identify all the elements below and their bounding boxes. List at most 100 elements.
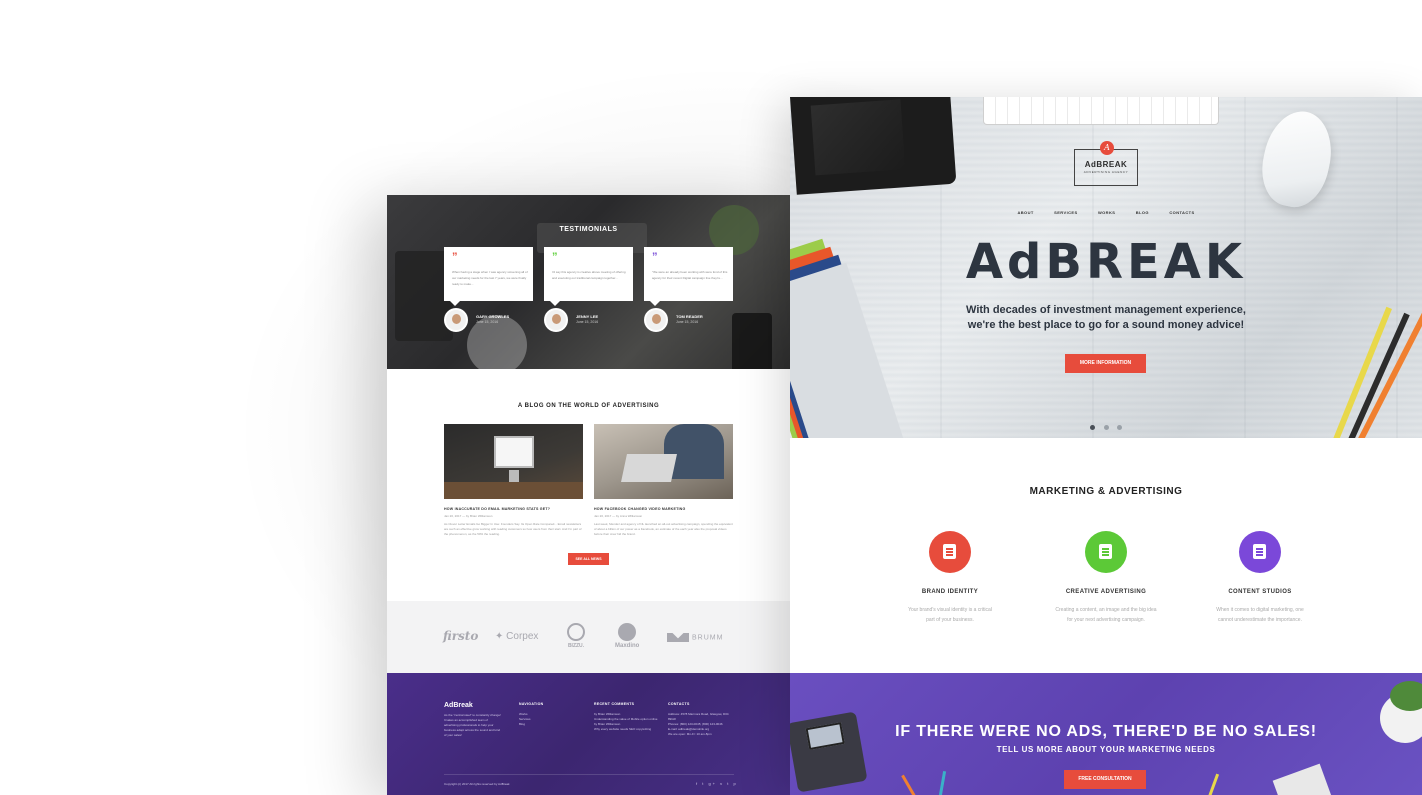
footer-heading: NAVIGATION: [519, 702, 544, 706]
service-description-line: Your brand's visual identity is a critic…: [908, 607, 992, 613]
quote-icon: ”: [452, 251, 458, 263]
blog-post[interactable]: HOW INACCURATE DO EMAIL MARKETING STATS …: [444, 424, 583, 537]
nav-item-works[interactable]: WORKS: [1098, 210, 1115, 215]
slider-dot[interactable]: [1116, 425, 1122, 430]
logo-name: AdBREAK: [1084, 160, 1128, 169]
post-excerpt: Last week, Mendez and agency of NL launc…: [594, 522, 733, 536]
post-meta: Jan 20, 2017 — by Brian Williamson: [444, 514, 493, 518]
slider-dot[interactable]: [1103, 425, 1109, 430]
footer-heading: RECENT COMMENTS: [594, 702, 635, 706]
cta-section: IF THERE WERE NO ADS, THERE'D BE NO SALE…: [790, 673, 1422, 795]
logo-tagline: ADVERTISING AGENCY: [1083, 170, 1129, 174]
avatar: [644, 308, 668, 332]
services-section: MARKETING & ADVERTISING BRAND IDENTITY Y…: [790, 438, 1422, 673]
footer-column-comments: RECENT COMMENTS by Brian Williamson Unde…: [594, 702, 662, 732]
service-name[interactable]: BRAND IDENTITY: [890, 589, 1010, 595]
footer-link[interactable]: Blog: [519, 722, 587, 727]
desk-decoration: [444, 482, 583, 499]
partner-name: BRUMM: [692, 634, 724, 642]
nav-item-services[interactable]: SERVICES: [1054, 210, 1077, 215]
nav-item-about[interactable]: ABOUT: [1017, 210, 1033, 215]
testimonial-card: ” "We were an already been working with …: [644, 247, 733, 306]
pen-decoration: [936, 771, 947, 795]
slider-dot[interactable]: [1090, 425, 1096, 430]
corpex-mark-icon: ✦: [495, 631, 507, 642]
service-item[interactable]: BRAND IDENTITY Your brand's visual ident…: [890, 531, 1010, 625]
contact-address: Address: 4578 Marmora Road, Glasgow, D04…: [668, 712, 729, 721]
service-description: Your brand's visual identity is a critic…: [890, 605, 1010, 625]
slider-pagination: [790, 417, 1422, 435]
clipboard-icon: [929, 531, 971, 573]
main-nav: ABOUT SERVICES WORKS BLOG CONTACTS: [790, 201, 1422, 219]
mouse-decoration: [1254, 105, 1340, 213]
service-name[interactable]: CREATIVE ADVERTISING: [1046, 589, 1166, 595]
author-date: June 15, 2016: [676, 320, 699, 324]
avatar: [444, 308, 468, 332]
footer-heading: CONTACTS: [668, 702, 690, 706]
post-title[interactable]: HOW FACEBOOK CHANGED VIDEO MARKETING: [594, 507, 733, 511]
author-date: June 15, 2016: [576, 320, 599, 324]
blog-post[interactable]: HOW FACEBOOK CHANGED VIDEO MARKETING Jan…: [594, 424, 733, 537]
testimonial-card: ” I'd say this agency is creative above …: [544, 247, 633, 306]
testimonial-text: I'd say this agency is creative above me…: [552, 270, 626, 280]
cta-subtitle: TELL US MORE ABOUT YOUR MARKETING NEEDS: [996, 745, 1216, 754]
laptop-decoration: [621, 454, 677, 482]
partner-logo-brumm[interactable]: BRUMM: [667, 633, 723, 642]
partner-logo-maxdino[interactable]: Maxdino: [615, 623, 639, 649]
blog-title: A BLOG ON THE WORLD OF ADVERTISING: [517, 403, 660, 409]
footer-brand[interactable]: AdBreak: [444, 702, 473, 709]
service-description-line: cannot underestimate the importance.: [1218, 617, 1302, 623]
avatar: [544, 308, 568, 332]
testimonials-section: TESTIMONIALS ” When having a stage when …: [387, 195, 790, 369]
more-information-button[interactable]: MORE INFORMATION: [1065, 354, 1146, 373]
services-title: MARKETING & ADVERTISING: [1029, 486, 1183, 497]
blog-section: A BLOG ON THE WORLD OF ADVERTISING HOW I…: [387, 369, 790, 601]
hero-title: AdBREAK: [965, 234, 1247, 290]
partner-name: Corpex: [506, 631, 539, 642]
nav-item-contacts[interactable]: CONTACTS: [1169, 210, 1194, 215]
author-name: JENNY LEE: [576, 314, 599, 319]
comment-link[interactable]: Why every website needs SEO copywriting: [594, 727, 662, 732]
left-footer: AdBreak As the "central steel" to consta…: [387, 673, 790, 795]
left-page-mockup: TESTIMONIALS ” When having a stage when …: [387, 195, 790, 795]
footer-copyright: Copyright (c) 2017 All rights reserved b…: [444, 782, 510, 786]
wallet-icon: [1239, 531, 1281, 573]
phone-decoration: [732, 313, 772, 369]
service-description-line: Creating a content, an image and the big…: [1055, 607, 1157, 613]
pen-decoration: [1203, 773, 1220, 795]
post-image-imac[interactable]: [444, 424, 583, 499]
cta-title: IF THERE WERE NO ADS, THERE'D BE NO SALE…: [895, 723, 1317, 740]
service-description-line: part of your business.: [926, 617, 974, 623]
partner-name: BIZZU.: [567, 643, 585, 649]
post-excerpt: As Clover Letter Emails Go Bigger In Use…: [444, 522, 582, 536]
post-title[interactable]: HOW INACCURATE DO EMAIL MARKETING STATS …: [444, 507, 583, 511]
social-icons[interactable]: f t g+ v t p: [696, 781, 738, 786]
partner-logo-firsto[interactable]: firsto: [443, 629, 478, 643]
hero-section: A AdBREAK ADVERTISING AGENCY ABOUT SERVI…: [790, 97, 1422, 438]
notebook-decoration: [1272, 763, 1334, 795]
post-image-laptop[interactable]: [594, 424, 733, 499]
service-description-line: for your next advertising campaign.: [1067, 617, 1145, 623]
partner-logo-bizzu[interactable]: BIZZU.: [567, 623, 585, 649]
partner-logo-corpex[interactable]: ✦ Corpex: [495, 631, 538, 642]
bizzu-mark-icon: [567, 623, 585, 641]
quote-icon: ”: [552, 251, 558, 263]
nav-item-blog[interactable]: BLOG: [1136, 210, 1149, 215]
keyboard-decoration: [983, 97, 1219, 125]
footer-divider: [444, 774, 734, 775]
brumm-mark-icon: [667, 633, 689, 642]
testimonial-card: ” When having a stage when I was agency …: [444, 247, 533, 306]
chart-icon: [1085, 531, 1127, 573]
see-all-news-button[interactable]: SEE ALL NEWS: [568, 553, 609, 565]
service-name[interactable]: CONTENT STUDIOS: [1200, 589, 1320, 595]
partner-name: Maxdino: [615, 643, 640, 649]
service-item[interactable]: CREATIVE ADVERTISING Creating a content,…: [1046, 531, 1166, 625]
service-item[interactable]: CONTENT STUDIOS When it comes to digital…: [1200, 531, 1320, 625]
free-consultation-button[interactable]: FREE CONSULTATION: [1064, 770, 1146, 789]
author-name: TOM READER: [676, 314, 703, 319]
testimonials-title: TESTIMONIALS: [559, 226, 618, 233]
post-meta: Jan 20, 2017 — by Anna Williamson: [594, 514, 643, 518]
testimonial-text: "We were an already been working with we…: [652, 270, 728, 280]
maxdino-mark-icon: [618, 623, 637, 641]
site-logo[interactable]: A AdBREAK ADVERTISING AGENCY: [1074, 141, 1138, 186]
